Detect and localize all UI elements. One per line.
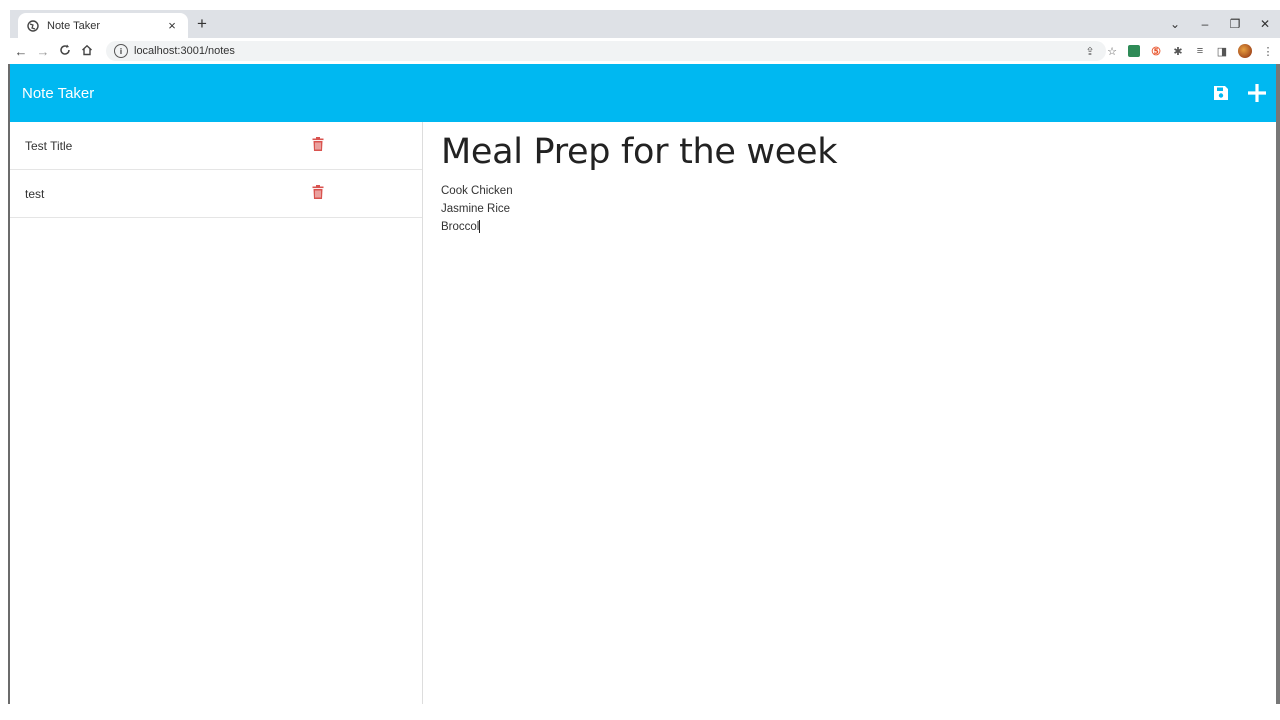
text-caret: [479, 220, 481, 234]
note-title-input[interactable]: Meal Prep for the week: [441, 132, 838, 172]
restore-icon[interactable]: ❐: [1220, 17, 1250, 31]
note-editor: Meal Prep for the week Cook Chicken Jasm…: [431, 122, 1271, 704]
forward-icon[interactable]: →: [32, 44, 54, 59]
bookmark-star-icon[interactable]: ☆: [1106, 45, 1118, 58]
tab-title: Note Taker: [47, 19, 100, 32]
extension-icon[interactable]: [1128, 45, 1140, 57]
note-title: test: [25, 186, 45, 201]
note-text: Cook Chicken Jasmine Rice Broccol: [441, 185, 513, 233]
browser-tab[interactable]: Note Taker ×: [18, 13, 188, 38]
home-icon[interactable]: [76, 44, 98, 59]
share-icon[interactable]: ⇪: [1084, 45, 1096, 58]
window-right-edge: [1276, 64, 1280, 704]
site-info-icon[interactable]: i: [114, 44, 128, 58]
url-text: localhost:3001/notes: [134, 45, 235, 57]
back-icon[interactable]: ←: [10, 44, 32, 59]
reading-list-icon[interactable]: ≡: [1194, 45, 1206, 57]
profile-avatar[interactable]: [1238, 44, 1252, 58]
new-note-button[interactable]: [1246, 82, 1268, 104]
trash-icon[interactable]: [312, 137, 326, 153]
window-left-edge: [0, 0, 10, 720]
address-bar[interactable]: i localhost:3001/notes: [106, 41, 1106, 61]
trash-icon[interactable]: [312, 185, 326, 201]
extension-icon[interactable]: ⑤: [1150, 45, 1162, 58]
app-title[interactable]: Note Taker: [22, 85, 94, 102]
note-title: Test Title: [25, 138, 73, 153]
globe-icon: [26, 19, 40, 33]
close-tab-icon[interactable]: ×: [164, 18, 180, 33]
browser-toolbar: ← → i localhost:3001/notes ⇪ ☆ ⑤ ✱ ≡ ◨ ⋮: [10, 38, 1280, 64]
save-icon: [1214, 86, 1228, 100]
reload-icon[interactable]: [54, 44, 76, 59]
puzzle-icon[interactable]: ✱: [1172, 45, 1184, 58]
menu-dots-icon[interactable]: ⋮: [1262, 45, 1274, 58]
side-panel-icon[interactable]: ◨: [1216, 45, 1228, 58]
list-item[interactable]: Test Title: [10, 122, 422, 170]
app-header: Note Taker: [10, 64, 1276, 122]
note-textarea[interactable]: Cook Chicken Jasmine Rice Broccol: [441, 182, 513, 236]
list-item[interactable]: test: [10, 170, 422, 218]
extension-icons: ⇪ ☆ ⑤ ✱ ≡ ◨ ⋮: [1084, 41, 1274, 61]
tab-search-icon[interactable]: ⌄: [1160, 17, 1190, 31]
minimize-icon[interactable]: –: [1190, 17, 1220, 31]
window-controls: ⌄ – ❐ ✕: [1160, 10, 1280, 38]
browser-tab-strip: Note Taker × + ⌄ – ❐ ✕: [10, 10, 1280, 38]
plus-icon: [1248, 84, 1266, 102]
save-note-button[interactable]: [1210, 82, 1232, 104]
new-tab-button[interactable]: +: [192, 14, 212, 34]
notes-list: Test Title test: [10, 122, 423, 704]
close-window-icon[interactable]: ✕: [1250, 17, 1280, 31]
